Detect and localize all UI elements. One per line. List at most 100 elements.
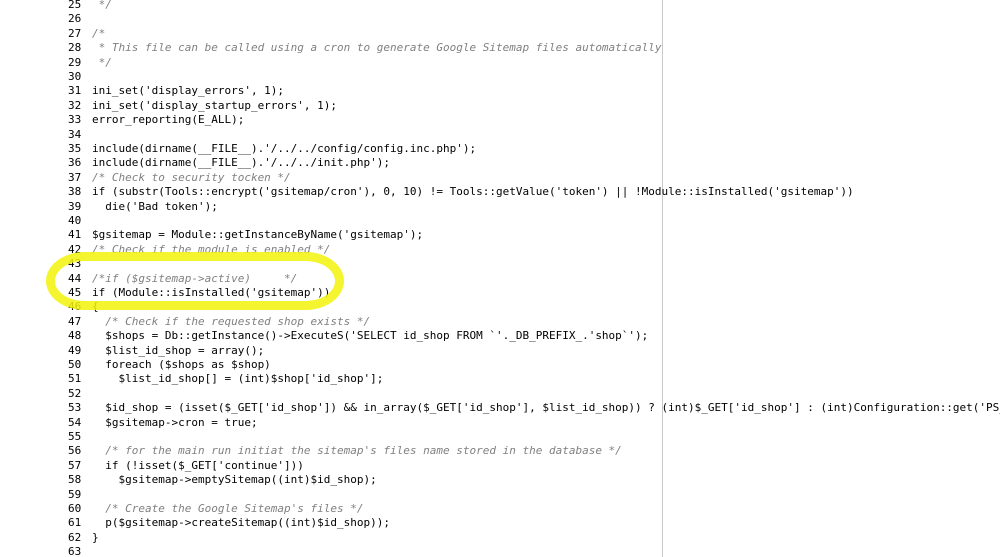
code-line[interactable]: 60 /* Create the Google Sitemap's files … — [66, 502, 364, 516]
code-line[interactable]: 54 $gsitemap->cron = true; — [66, 416, 258, 430]
code-line[interactable]: 56 /* for the main run initiat the sitem… — [66, 444, 622, 458]
line-number: 46 — [68, 300, 82, 314]
line-number: 32 — [68, 98, 82, 112]
code-line[interactable]: 27 /* — [66, 27, 105, 41]
code-line[interactable]: 51 $list_id_shop[] = (int)$shop['id_shop… — [66, 372, 383, 386]
line-number: 61 — [68, 516, 82, 530]
line-number: 34 — [68, 127, 82, 141]
line-number: 50 — [68, 358, 82, 371]
line-number: 42 — [68, 242, 82, 256]
code-text: $list_id_shop[] = (int)$shop['id_shop']; — [92, 372, 384, 386]
code-text: error_reporting(E_ALL); — [92, 113, 245, 127]
code-text: ini_set('display_startup_errors', 1); — [92, 98, 338, 112]
code-line[interactable]: 45 if (Module::isInstalled('gsitemap')) — [66, 286, 330, 300]
code-line[interactable]: 52 — [66, 387, 92, 401]
line-number: 38 — [68, 185, 82, 199]
code-line[interactable]: 55 — [66, 430, 92, 444]
line-number: 45 — [68, 286, 82, 299]
editor-left-margin — [0, 0, 67, 557]
line-number: 27 — [68, 26, 82, 40]
code-text: ini_set('display_errors', 1); — [92, 84, 285, 98]
code-text: } — [92, 530, 99, 544]
code-text: $gsitemap->cron = true; — [92, 415, 258, 429]
line-number: 39 — [68, 199, 82, 213]
code-line[interactable]: 35 include(dirname(__FILE__).'/../../conf… — [66, 142, 476, 156]
code-line[interactable]: 48 $shops = Db::getInstance()->ExecuteS(… — [66, 329, 648, 343]
code-text: include(dirname(__FILE__).'/../../init.p… — [92, 156, 391, 170]
code-line[interactable]: 58 $gsitemap->emptySitemap((int)$id_shop… — [66, 473, 377, 487]
code-text: $gsitemap->emptySitemap((int)$id_shop); — [92, 473, 377, 487]
code-line[interactable]: 37 /* Check to security tocken */ — [66, 171, 291, 185]
code-line[interactable]: 28 * This file can be called using a cro… — [66, 41, 662, 55]
code-line[interactable]: 32 ini_set('display_startup_errors', 1); — [66, 99, 337, 113]
print-margin-guide — [662, 0, 663, 557]
line-number: 62 — [68, 530, 82, 544]
code-line[interactable]: 44 /*if ($gsitemap->active) */ — [66, 272, 297, 286]
code-line[interactable]: 50 foreach ($shops as $shop) — [66, 358, 271, 372]
code-line[interactable]: 63 — [66, 545, 92, 557]
line-number: 63 — [68, 545, 82, 557]
code-line[interactable]: 30 — [66, 70, 92, 84]
line-number: 31 — [68, 84, 82, 98]
code-line[interactable]: 43 — [66, 257, 92, 271]
line-number: 56 — [68, 444, 82, 458]
code-text: */ — [92, 55, 112, 69]
line-number: 43 — [68, 257, 82, 271]
code-line[interactable]: 59 — [66, 488, 92, 502]
code-line[interactable]: 40 — [66, 214, 92, 228]
code-line[interactable]: 41 $gsitemap = Module::getInstanceByName(… — [66, 228, 423, 242]
code-line[interactable]: 49 $list_id_shop = array(); — [66, 344, 264, 358]
code-text: if (Module::isInstalled('gsitemap')) — [92, 286, 331, 299]
line-number: 51 — [68, 372, 82, 386]
code-line[interactable]: 57 if (!isset($_GET['continue'])) — [66, 459, 304, 473]
code-text: /* Check if the module is enabled */ — [92, 242, 331, 256]
code-line[interactable]: 62} — [66, 531, 99, 545]
line-number: 37 — [68, 170, 82, 184]
line-number: 53 — [68, 401, 82, 415]
code-line[interactable]: 33 error_reporting(E_ALL); — [66, 113, 244, 127]
code-line[interactable]: 39 die('Bad token'); — [66, 200, 218, 214]
code-line[interactable]: 47 /* Check if the requested shop exists… — [66, 315, 370, 329]
code-text: /* — [92, 26, 106, 40]
code-line[interactable]: 46 { — [66, 300, 99, 314]
line-number: 33 — [68, 113, 82, 127]
code-text: /*if ($gsitemap->active) */ — [92, 271, 298, 285]
line-number: 44 — [68, 271, 82, 285]
line-number: 47 — [68, 314, 82, 328]
code-line[interactable]: 31 ini_set('display_errors', 1); — [66, 84, 284, 98]
code-line[interactable]: 25 */ — [66, 0, 112, 12]
line-number: 58 — [68, 473, 82, 487]
code-text: * This file can be called using a cron t… — [92, 41, 662, 55]
code-text: /* Check if the requested shop exists */ — [92, 314, 371, 328]
line-number: 35 — [68, 142, 82, 155]
line-number: 30 — [68, 70, 82, 83]
code-text: { — [92, 300, 99, 314]
code-editor[interactable]: 25 */26 27/* 28 * This file can be called … — [66, 0, 1000, 557]
code-text: */ — [92, 0, 112, 11]
line-number: 36 — [68, 156, 82, 170]
code-line[interactable]: 36 include(dirname(__FILE__).'/../../init… — [66, 156, 390, 170]
code-line[interactable]: 29 */ — [66, 56, 112, 70]
code-text: $shops = Db::getInstance()->ExecuteS('SE… — [92, 329, 649, 343]
code-line[interactable]: 34 — [66, 128, 92, 142]
line-number: 29 — [68, 55, 82, 69]
code-text: p($gsitemap->createSitemap((int)$id_shop… — [92, 516, 391, 530]
code-text: $id_shop = (isset($_GET['id_shop']) && i… — [92, 401, 1000, 415]
line-number: 57 — [68, 458, 82, 472]
code-line[interactable]: 61 p($gsitemap->createSitemap((int)$id_s… — [66, 516, 390, 530]
code-line[interactable]: 26 — [66, 12, 92, 26]
code-line[interactable]: 53 $id_shop = (isset($_GET['id_shop']) &… — [66, 401, 1000, 415]
code-text: include(dirname(__FILE__).'/../../config… — [92, 142, 477, 155]
code-text: $list_id_shop = array(); — [92, 343, 265, 357]
code-text: /* Check to security tocken */ — [92, 170, 291, 184]
line-number: 25 — [68, 0, 82, 11]
line-number: 55 — [68, 430, 82, 443]
line-number: 26 — [68, 12, 82, 26]
line-number: 41 — [68, 228, 82, 242]
code-text: if (!isset($_GET['continue'])) — [92, 458, 304, 472]
code-line[interactable]: 42 /* Check if the module is enabled */ — [66, 243, 330, 257]
code-line[interactable]: 38 if (substr(Tools::encrypt('gsitemap/cr… — [66, 185, 854, 199]
code-text: /* Create the Google Sitemap's files */ — [92, 502, 364, 515]
code-text: if (substr(Tools::encrypt('gsitemap/cron… — [92, 185, 854, 199]
line-number: 40 — [68, 214, 82, 227]
